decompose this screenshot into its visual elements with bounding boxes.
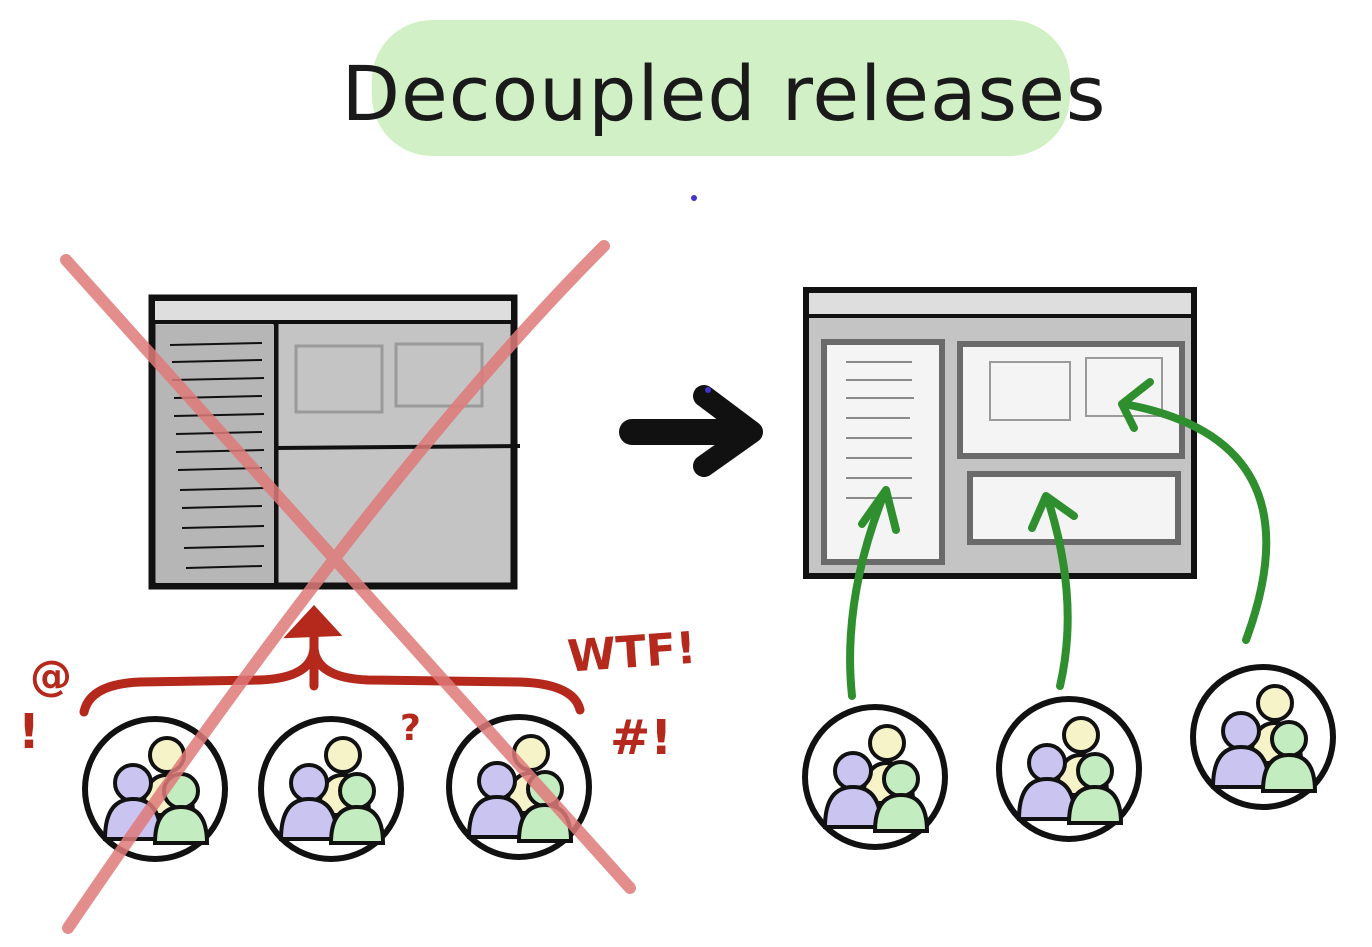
coupled-release-bracket	[79, 605, 585, 717]
team-icon	[805, 707, 945, 847]
team-icon	[261, 719, 401, 859]
module-sidebar	[821, 339, 945, 565]
decoupled-releases-diagram: Decoupled releases WTF! #! ? ! @	[18, 20, 1372, 934]
title-block: Decoupled releases	[342, 20, 1107, 156]
right-teams	[805, 667, 1333, 847]
expletive-question: ?	[400, 708, 421, 749]
big-arrow-right-icon	[619, 195, 763, 477]
team-icon	[999, 699, 1139, 839]
page-title: Decoupled releases	[342, 49, 1107, 138]
module-bottom	[967, 471, 1181, 545]
team-icon	[1193, 667, 1333, 807]
team-icon	[449, 717, 589, 857]
expletive-wtf: WTF!	[566, 623, 698, 683]
expletive-at: @	[30, 651, 72, 700]
expletive-hash: #!	[610, 710, 672, 766]
modular-app-window	[803, 287, 1197, 579]
expletive-bang: !	[18, 704, 40, 760]
monolith-app-window	[148, 294, 521, 590]
